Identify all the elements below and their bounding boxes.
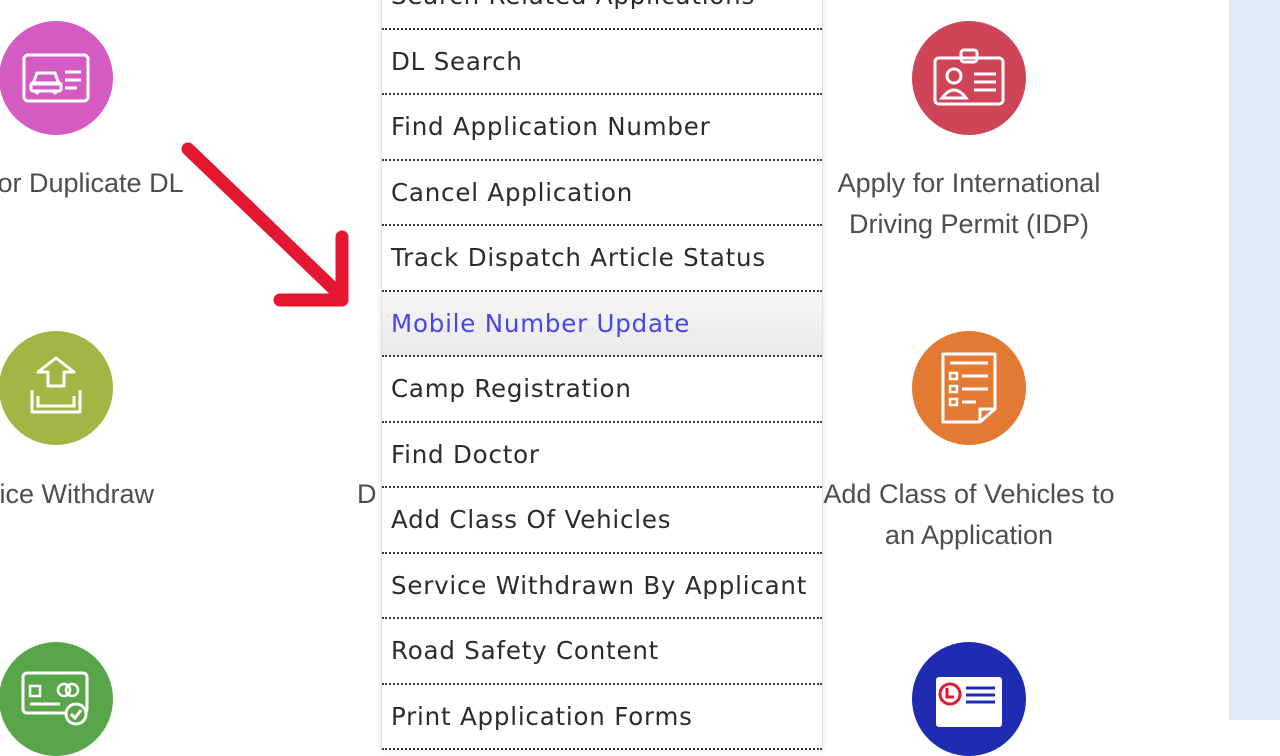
menu-item-cancel-application[interactable]: Cancel Application	[382, 161, 822, 226]
add-cov-label-line1[interactable]: Add Class of Vehicles to	[800, 474, 1138, 515]
services-dropdown-menu: Search Related Applications DL Search Fi…	[381, 0, 823, 750]
menu-item-find-application-number[interactable]: Find Application Number	[382, 95, 822, 161]
menu-item-service-withdrawn-by-applicant[interactable]: Service Withdrawn By Applicant	[382, 554, 822, 619]
driving-licence-card-icon	[22, 53, 90, 103]
right-page-margin	[1229, 0, 1280, 720]
form-document-icon	[941, 352, 997, 424]
duplicate-dl-label[interactable]: for Duplicate DL	[0, 163, 184, 204]
menu-item-road-safety-content[interactable]: Road Safety Content	[382, 619, 822, 685]
menu-item-add-class-of-vehicles[interactable]: Add Class Of Vehicles	[382, 488, 822, 554]
service-withdraw-label[interactable]: vice Withdraw	[0, 474, 154, 515]
card-check-icon	[21, 671, 89, 726]
idp-tile-icon[interactable]	[912, 21, 1026, 135]
idp-label-line1[interactable]: Apply for International	[820, 163, 1118, 204]
menu-item-mobile-number-update[interactable]: Mobile Number Update	[382, 291, 822, 357]
learner-licence-icon	[936, 677, 1002, 727]
menu-item-print-application-forms[interactable]: Print Application Forms	[382, 685, 822, 750]
add-cov-tile-icon[interactable]	[912, 331, 1026, 445]
menu-item-track-dispatch-article-status[interactable]: Track Dispatch Article Status	[382, 226, 822, 292]
partial-hidden-label[interactable]: D	[357, 474, 377, 515]
upload-tray-icon	[30, 356, 82, 414]
menu-item-find-doctor[interactable]: Find Doctor	[382, 423, 822, 488]
id-badge-icon	[933, 48, 1005, 106]
service-withdraw-tile-icon[interactable]	[0, 331, 113, 445]
bottom-right-tile-icon[interactable]	[912, 642, 1026, 756]
bottom-left-tile-icon[interactable]	[0, 642, 113, 756]
menu-item-search-related-applications[interactable]: Search Related Applications	[382, 0, 822, 30]
red-arrow-annotation	[181, 142, 349, 307]
add-cov-label-line2[interactable]: an Application	[800, 515, 1138, 556]
menu-item-dl-search[interactable]: DL Search	[382, 30, 822, 95]
idp-label-line2[interactable]: Driving Permit (IDP)	[820, 204, 1118, 245]
menu-item-camp-registration[interactable]: Camp Registration	[382, 357, 822, 423]
duplicate-dl-tile-icon[interactable]	[0, 21, 113, 135]
